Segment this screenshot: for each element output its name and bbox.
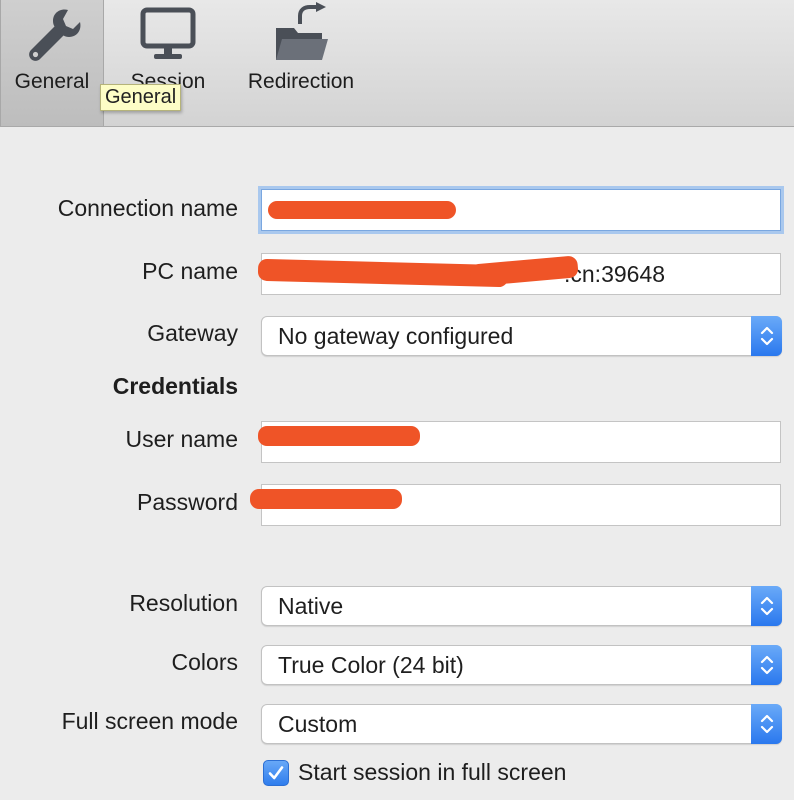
resolution-value: Native xyxy=(278,593,344,619)
wrench-icon xyxy=(20,2,84,66)
start-full-screen-option[interactable]: Start session in full screen xyxy=(263,759,566,786)
connection-name-label: Connection name xyxy=(57,195,238,221)
tab-general[interactable]: General xyxy=(0,0,104,126)
redaction-mark xyxy=(258,426,420,446)
resolution-select[interactable]: Native xyxy=(261,586,782,626)
gateway-select[interactable]: No gateway configured xyxy=(261,316,782,356)
resolution-label: Resolution xyxy=(129,590,238,616)
colors-select[interactable]: True Color (24 bit) xyxy=(261,645,782,685)
password-label: Password xyxy=(137,489,238,515)
redaction-mark xyxy=(268,201,456,219)
user-name-label: User name xyxy=(125,426,238,452)
full-screen-mode-value: Custom xyxy=(278,711,358,737)
gateway-value: No gateway configured xyxy=(278,323,514,349)
chevron-updown-icon xyxy=(751,316,782,356)
colors-value: True Color (24 bit) xyxy=(278,652,464,678)
redaction-mark xyxy=(250,489,402,509)
folder-redirect-icon xyxy=(269,2,333,66)
start-full-screen-checkbox[interactable] xyxy=(263,759,289,786)
preferences-toolbar: General Session Redirection General xyxy=(0,0,794,127)
pc-name-label: PC name xyxy=(142,258,238,284)
pc-name-value: .cn:39648 xyxy=(564,261,666,287)
tooltip: General xyxy=(100,84,182,111)
chevron-updown-icon xyxy=(751,704,782,744)
credentials-heading: Credentials xyxy=(112,373,238,399)
tab-redirection[interactable]: Redirection xyxy=(242,0,360,126)
chevron-updown-icon xyxy=(751,645,782,685)
full-screen-mode-select[interactable]: Custom xyxy=(261,704,782,744)
monitor-icon xyxy=(136,2,200,66)
colors-label: Colors xyxy=(171,649,238,675)
tab-redirection-label: Redirection xyxy=(247,70,355,93)
full-screen-mode-label: Full screen mode xyxy=(61,708,238,734)
tab-general-label: General xyxy=(14,70,90,93)
gateway-label: Gateway xyxy=(147,320,238,346)
chevron-updown-icon xyxy=(751,586,782,626)
checkmark-icon xyxy=(268,765,284,779)
start-full-screen-label: Start session in full screen xyxy=(298,759,567,785)
